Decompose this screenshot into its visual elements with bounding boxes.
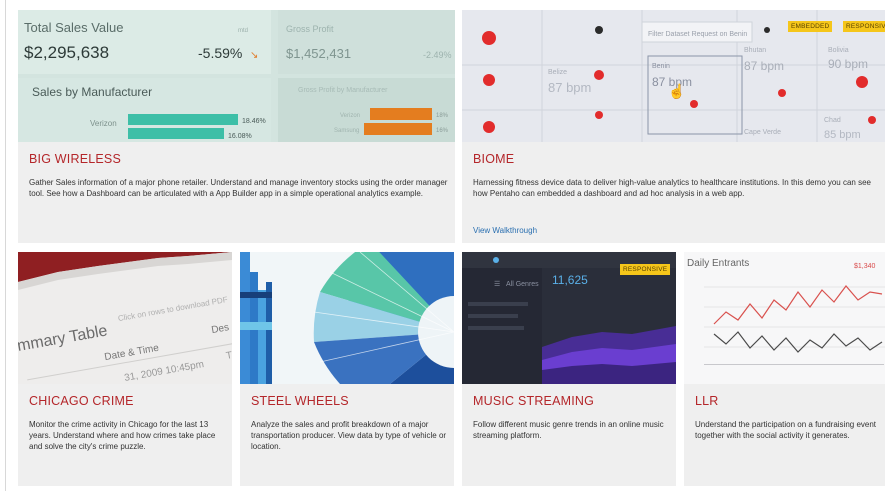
cell-value: 87 bpm	[744, 59, 784, 73]
card-biome[interactable]: Filter Dataset Request on Benin Belize 8…	[462, 10, 885, 243]
filter-dataset-input: Filter Dataset Request on Benin	[648, 31, 747, 38]
left-border	[5, 0, 6, 491]
card-description: Analyze the sales and profit breakdown o…	[251, 420, 447, 451]
responsive-badge: RESPONSIVE	[843, 21, 885, 32]
cell-country: Belize	[548, 69, 567, 76]
card-title[interactable]: CHICAGO CRIME	[29, 394, 134, 408]
llr-preview: Daily Entrants $1,340	[684, 252, 885, 384]
cell-value: 90 bpm	[828, 57, 868, 71]
total-sales-value: $2,295,638	[24, 43, 109, 62]
gross-profit-label: Gross Profit	[286, 24, 334, 34]
row-type: TO	[225, 349, 232, 362]
card-thumbnail[interactable]	[240, 252, 454, 384]
card-description: Understand the participation on a fundra…	[695, 420, 877, 440]
svg-text:☰: ☰	[494, 281, 500, 288]
bar-value: 16.08%	[228, 133, 252, 140]
bar-label: Verizon	[340, 113, 360, 119]
streams-count: 11,625	[552, 273, 588, 287]
card-title[interactable]: BIG WIRELESS	[29, 152, 121, 166]
total-sales-change: -5.59%	[198, 45, 242, 61]
card-title[interactable]: MUSIC STREAMING	[473, 394, 594, 408]
card-description: Monitor the crime activity in Chicago fo…	[29, 420, 216, 451]
bar-label: Samsung	[334, 128, 359, 134]
card-description: Harnessing fitness device data to delive…	[473, 178, 871, 198]
card-thumbnail[interactable]: Filter Dataset Request on Benin Belize 8…	[462, 10, 885, 142]
card-chicago-crime[interactable]: mmary Table Click on rows to download PD…	[18, 252, 232, 486]
gross-profit-change: -2.49%	[423, 50, 452, 60]
card-title[interactable]: LLR	[695, 394, 719, 408]
chart-value: $1,340	[854, 263, 876, 270]
bar-value: 18%	[436, 113, 449, 119]
big-wireless-preview: Total Sales Value mtd $2,295,638 -5.59% …	[18, 10, 455, 142]
bar-value: 18.46%	[242, 118, 266, 125]
total-sales-label: Total Sales Value	[24, 20, 124, 35]
card-title[interactable]: STEEL WHEELS	[251, 394, 349, 408]
card-llr[interactable]: Daily Entrants $1,340 LLR Understand the…	[684, 252, 885, 486]
view-walkthrough-link[interactable]: View Walkthrough	[473, 226, 537, 235]
cell-country: Chad	[824, 117, 841, 124]
card-music-streaming[interactable]: All Genres ☰ 11,625 RESPONSIVE MUSIC STR…	[462, 252, 676, 486]
card-thumbnail[interactable]: All Genres ☰ 11,625 RESPONSIVE	[462, 252, 676, 384]
card-steel-wheels[interactable]: STEEL WHEELS Analyze the sales and profi…	[240, 252, 454, 486]
responsive-badge: RESPONSIVE	[620, 264, 671, 275]
card-title[interactable]: BIOME	[473, 152, 514, 166]
card-thumbnail[interactable]: Total Sales Value mtd $2,295,638 -5.59% …	[18, 10, 455, 142]
card-thumbnail[interactable]: Daily Entrants $1,340	[684, 252, 885, 384]
chart-title: Daily Entrants	[687, 258, 749, 269]
svg-text:mtd: mtd	[238, 28, 248, 34]
card-thumbnail[interactable]: mmary Table Click on rows to download PD…	[18, 252, 232, 384]
chicago-crime-preview: mmary Table Click on rows to download PD…	[18, 252, 232, 384]
cell-country: Bhutan	[744, 47, 766, 54]
bar-value: 16%	[436, 128, 449, 134]
svg-text:☝: ☝	[668, 82, 685, 100]
card-description: Follow different music genre trends in a…	[473, 420, 664, 440]
cell-country: Bolivia	[828, 47, 849, 54]
card-description: Gather Sales information of a major phon…	[29, 178, 448, 198]
card-big-wireless[interactable]: Total Sales Value mtd $2,295,638 -5.59% …	[18, 10, 455, 243]
cell-value: 85 bpm	[824, 129, 861, 141]
svg-text:↘: ↘	[250, 50, 258, 61]
genre-menu: All Genres	[506, 281, 539, 288]
gross-profit-section-title: Gross Profit by Manufacturer	[298, 87, 388, 94]
sales-by-manufacturer-title: Sales by Manufacturer	[32, 85, 152, 99]
cell-country: Cape Verde	[744, 129, 781, 136]
embedded-badge: EMBEDDED	[788, 21, 833, 32]
steel-wheels-preview	[240, 252, 454, 384]
bar-label: Verizon	[90, 119, 117, 128]
cell-country: Benin	[652, 63, 670, 70]
cell-value: 87 bpm	[548, 80, 591, 95]
gross-profit-value: $1,452,431	[286, 46, 351, 61]
